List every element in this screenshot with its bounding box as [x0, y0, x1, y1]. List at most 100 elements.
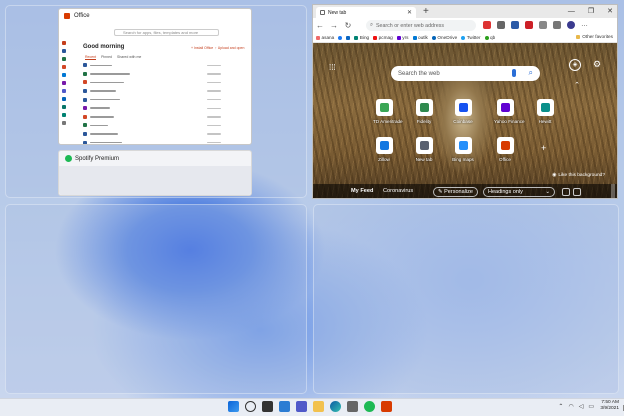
- tab-pinned[interactable]: Pinned: [101, 55, 112, 60]
- more-icon[interactable]: …: [581, 21, 589, 29]
- office-window[interactable]: Office Search for apps, files, templates…: [58, 8, 252, 145]
- start-icon[interactable]: [228, 401, 239, 412]
- quick-link-tile[interactable]: Bing maps: [452, 137, 474, 162]
- collections-icon[interactable]: [553, 21, 561, 29]
- settings-gear-icon[interactable]: ⚙: [591, 59, 603, 71]
- upload-open-button[interactable]: ↑ Upload and open: [215, 46, 244, 50]
- close-tab-icon[interactable]: ✕: [407, 9, 412, 16]
- user-avatar[interactable]: [567, 21, 575, 29]
- fav-asana[interactable]: asana: [316, 35, 334, 40]
- forms-icon[interactable]: [61, 105, 66, 109]
- personalize-button[interactable]: ✎ Personalize: [433, 187, 478, 197]
- fav-onedrive[interactable]: OneDrive: [431, 35, 457, 40]
- snap-zone-bottom-right[interactable]: [313, 204, 619, 394]
- chevron-up-icon[interactable]: ⌃: [574, 81, 580, 89]
- spotify-taskbar-icon[interactable]: [364, 401, 375, 412]
- minimize-icon[interactable]: —: [568, 5, 575, 18]
- extension-icon[interactable]: [497, 21, 505, 29]
- sway-icon[interactable]: [61, 113, 66, 117]
- teams-icon[interactable]: [61, 89, 66, 93]
- office-taskbar-icon[interactable]: [381, 401, 392, 412]
- fav-twitter[interactable]: Twitter: [461, 35, 481, 40]
- excel-icon[interactable]: [61, 57, 66, 61]
- file-explorer-icon[interactable]: [313, 401, 324, 412]
- tab-new-tab[interactable]: New tab ✕: [316, 7, 416, 18]
- list-item[interactable]: [83, 130, 243, 139]
- onenote-icon[interactable]: [61, 81, 66, 85]
- quick-link-tile[interactable]: Zillow: [373, 137, 395, 162]
- web-search-box[interactable]: Search the web ⌕: [391, 66, 540, 81]
- widgets-icon[interactable]: [279, 401, 290, 412]
- edge-window[interactable]: New tab ✕ + — ❐ ✕ ← → ↻ ⌕ Search or ente…: [312, 4, 618, 199]
- volume-icon[interactable]: ◁: [579, 403, 584, 410]
- read-aloud-icon[interactable]: [483, 21, 491, 29]
- close-window-icon[interactable]: ✕: [607, 5, 613, 18]
- like-background[interactable]: ◉ Like this background?: [552, 173, 605, 178]
- battery-icon[interactable]: ▭: [588, 403, 594, 410]
- quick-link-tile[interactable]: Fidelity: [413, 99, 435, 124]
- fav-bing[interactable]: Bing: [354, 35, 369, 40]
- onedrive-icon[interactable]: [61, 97, 66, 101]
- search-icon[interactable]: ⌕: [529, 68, 533, 78]
- app-launcher-icon[interactable]: ⁞⁞⁞: [329, 63, 336, 72]
- snap-zone-bottom-left[interactable]: [5, 204, 307, 394]
- install-office-button[interactable]: + Install Office: [191, 46, 213, 50]
- other-favorites[interactable]: Other favorites: [576, 34, 613, 39]
- list-item[interactable]: [83, 87, 243, 96]
- maximize-icon[interactable]: ❐: [588, 5, 594, 18]
- rewards-icon[interactable]: ◈: [569, 59, 581, 71]
- chat-icon[interactable]: [296, 401, 307, 412]
- list-item[interactable]: [83, 113, 243, 122]
- spotify-window[interactable]: Spotify Premium: [58, 150, 252, 196]
- tab-recent[interactable]: Recent: [85, 55, 97, 60]
- shield-icon[interactable]: [511, 21, 519, 29]
- outlook-icon[interactable]: [61, 73, 66, 77]
- fav-qb[interactable]: qb: [484, 35, 495, 40]
- wifi-icon[interactable]: ◠: [568, 403, 573, 410]
- powerpoint-icon[interactable]: [61, 65, 66, 69]
- home-icon[interactable]: [61, 41, 66, 45]
- fav-facebook[interactable]: [338, 35, 343, 40]
- list-item[interactable]: [83, 78, 243, 87]
- fav-outlk[interactable]: outlk: [412, 35, 428, 40]
- coronavirus-tab[interactable]: Coronavirus: [383, 188, 413, 194]
- list-item[interactable]: [83, 61, 243, 70]
- new-tab-button[interactable]: +: [423, 5, 429, 18]
- quick-link-tile[interactable]: Yahoo Finance: [494, 99, 525, 124]
- list-item[interactable]: [83, 121, 243, 130]
- tray-overflow-icon[interactable]: ⌃: [558, 403, 563, 410]
- quick-link-tile[interactable]: New tab: [413, 137, 435, 162]
- apps-icon[interactable]: [61, 121, 66, 125]
- add-site-icon[interactable]: +: [541, 143, 546, 153]
- quick-link-tile[interactable]: TD Ameritrade: [373, 99, 403, 124]
- address-bar[interactable]: ⌕ Search or enter web address: [366, 20, 476, 31]
- fav-yrs[interactable]: yrs: [396, 35, 409, 40]
- fav-pcmag[interactable]: pcmag: [373, 35, 393, 40]
- layout-list-icon[interactable]: [573, 188, 581, 196]
- task-view-icon[interactable]: [262, 401, 273, 412]
- lastpass-icon[interactable]: [525, 21, 533, 29]
- scrollbar[interactable]: [611, 184, 615, 198]
- store-icon[interactable]: [347, 401, 358, 412]
- word-icon[interactable]: [61, 49, 66, 53]
- list-item[interactable]: [83, 138, 243, 144]
- my-feed-tab[interactable]: My Feed: [351, 188, 373, 194]
- quick-link-tile[interactable]: Coinbase: [452, 99, 474, 124]
- fav-linkedin[interactable]: [346, 35, 351, 40]
- forward-icon[interactable]: →: [327, 21, 341, 30]
- list-item[interactable]: [83, 95, 243, 104]
- quick-link-tile[interactable]: Office: [494, 137, 516, 162]
- list-item[interactable]: [83, 104, 243, 113]
- edge-icon[interactable]: [330, 401, 341, 412]
- quick-link-tile[interactable]: Hewitt: [534, 99, 556, 124]
- favorites-icon[interactable]: [539, 21, 547, 29]
- office-search-input[interactable]: Search for apps, files, templates and mo…: [114, 29, 219, 36]
- search-icon[interactable]: [245, 401, 256, 412]
- clock[interactable]: 7:50 AM 3/9/2021: [600, 400, 619, 412]
- refresh-icon[interactable]: ↻: [341, 21, 355, 30]
- tab-shared[interactable]: Shared with me: [117, 55, 141, 60]
- microphone-icon[interactable]: [512, 69, 516, 77]
- list-item[interactable]: [83, 70, 243, 79]
- layout-grid-icon[interactable]: [562, 188, 570, 196]
- back-icon[interactable]: ←: [313, 21, 327, 30]
